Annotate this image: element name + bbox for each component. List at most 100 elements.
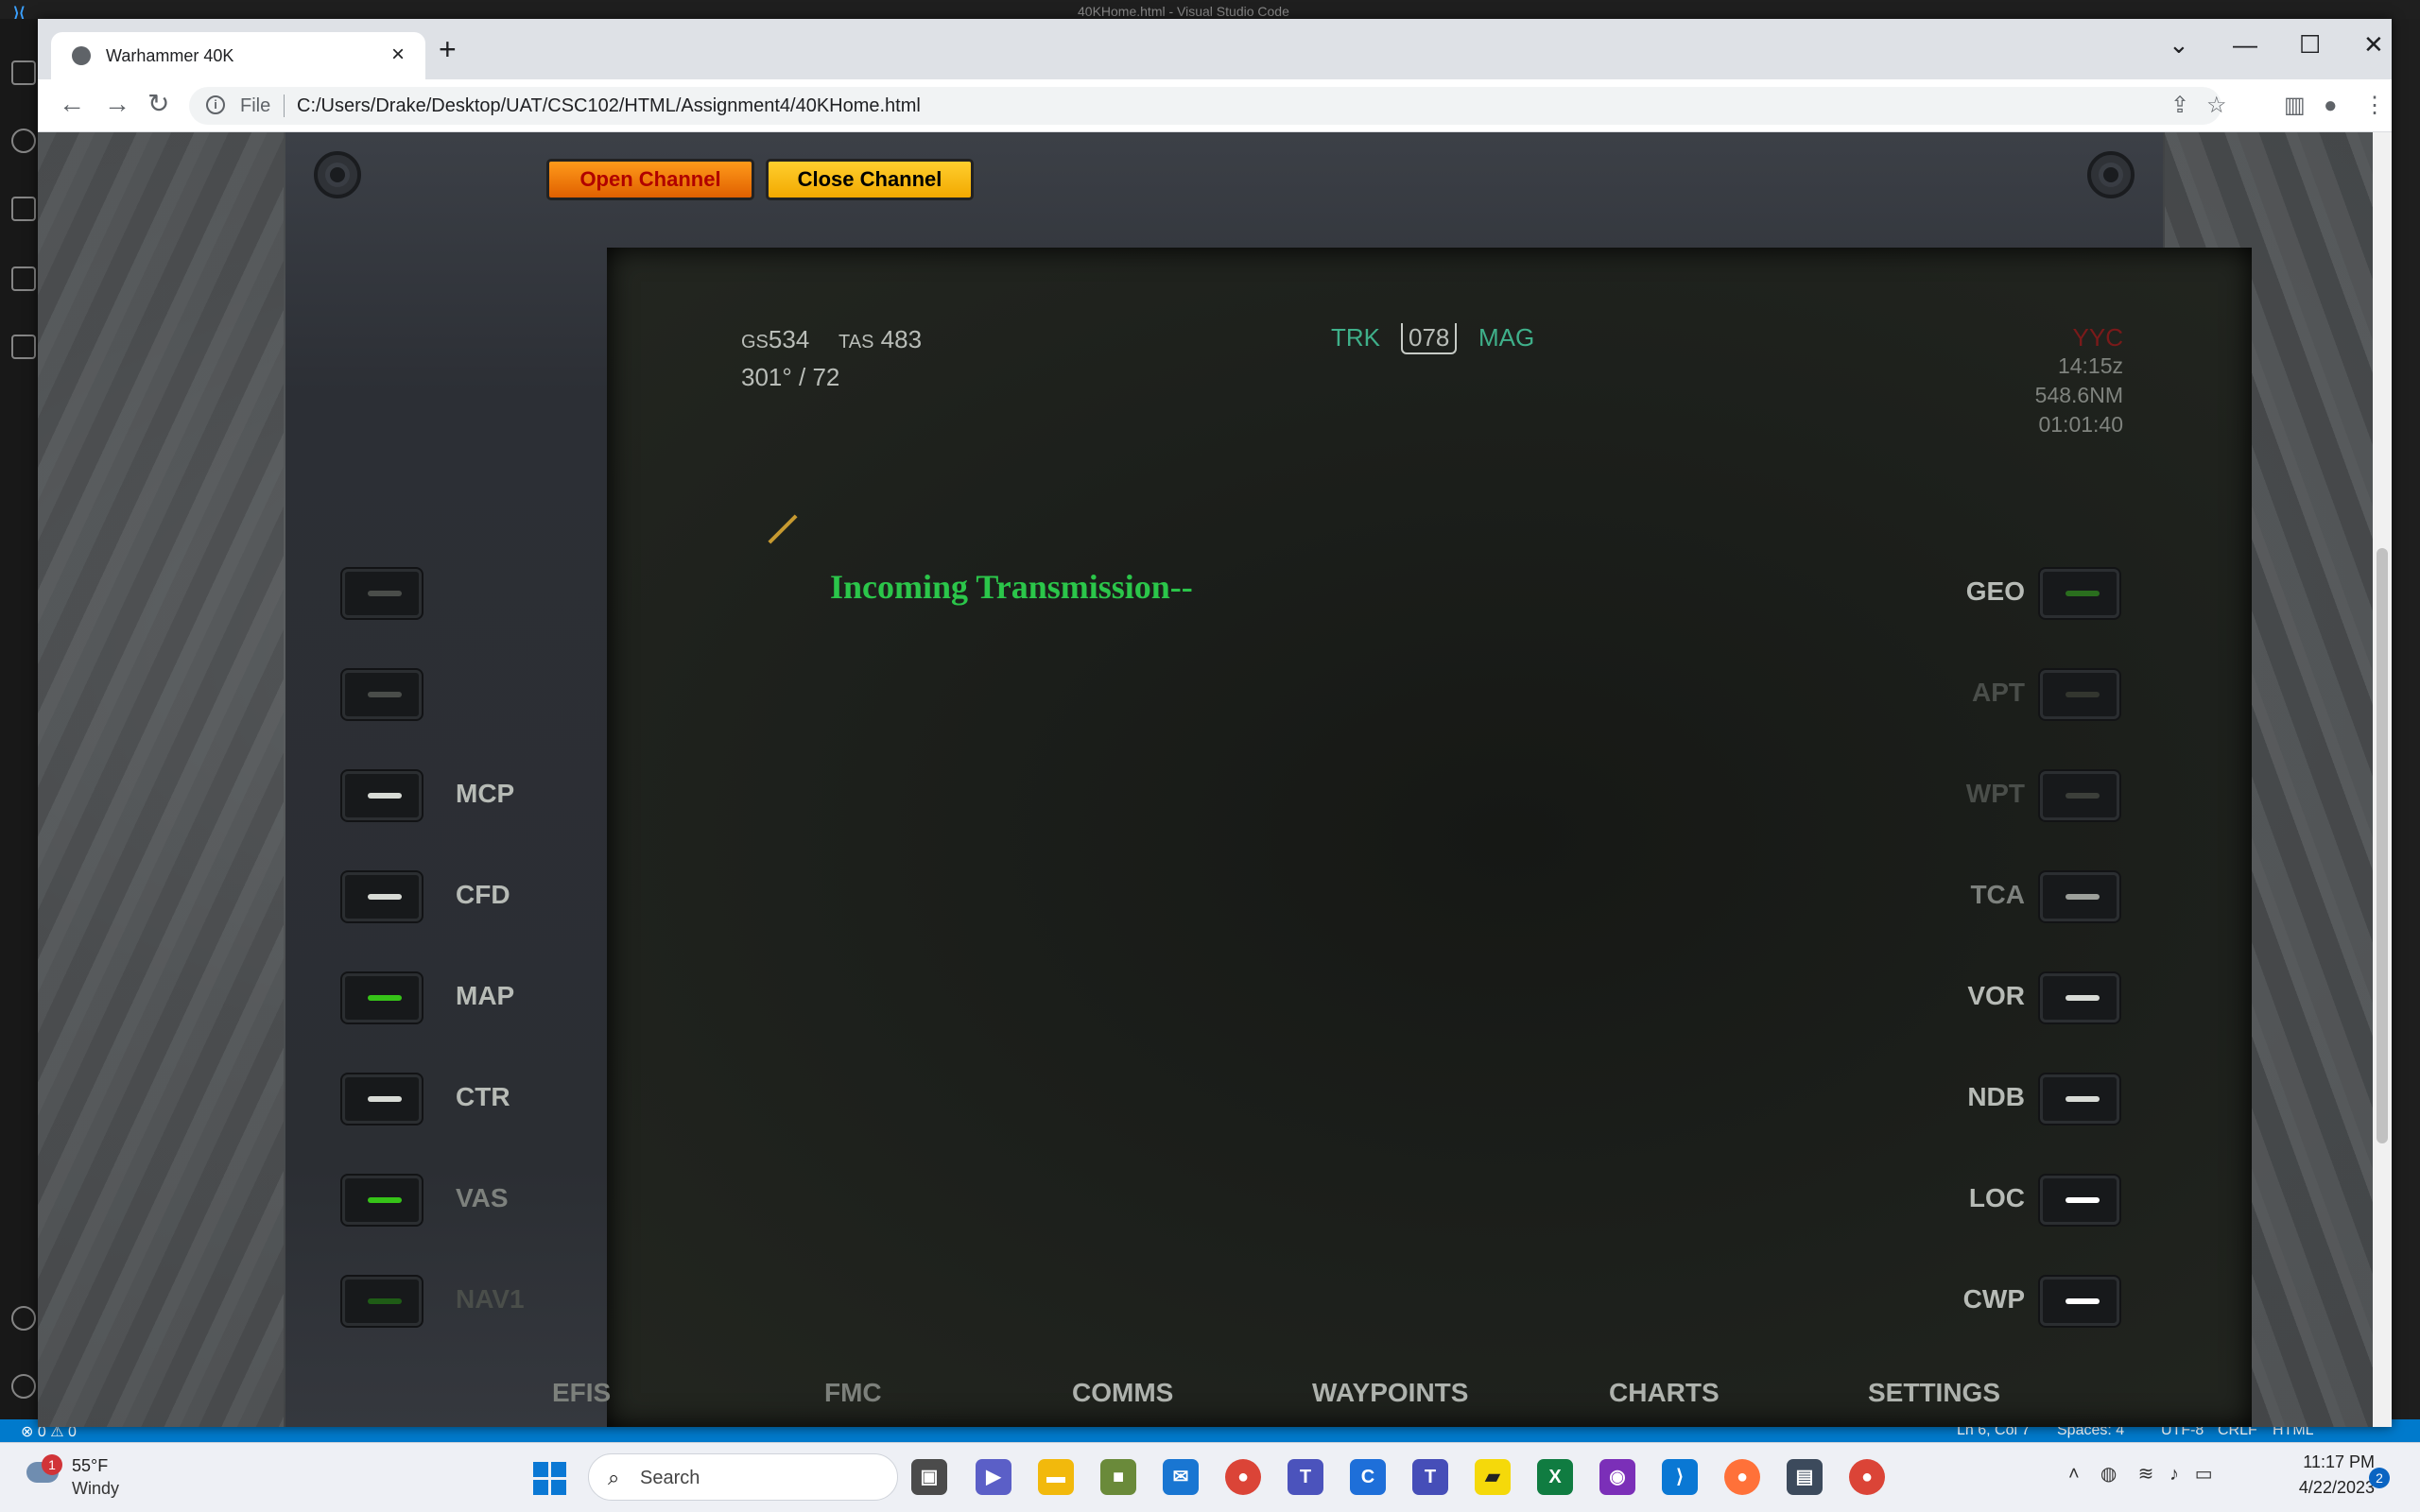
minimize-button[interactable]: —: [2233, 30, 2257, 60]
temperature: 55°F: [72, 1456, 109, 1475]
mail-icon[interactable]: ✉: [1163, 1459, 1199, 1495]
left-softkey[interactable]: [342, 1176, 422, 1225]
right-softkey-label: NDB: [1967, 1082, 2025, 1111]
right-softkey[interactable]: [2040, 569, 2119, 618]
minecraft-icon[interactable]: ■: [1100, 1459, 1136, 1495]
right-softkey[interactable]: [2040, 670, 2119, 719]
share-icon[interactable]: ⇪: [2170, 94, 2189, 117]
source-control-icon[interactable]: [11, 197, 36, 221]
bottom-tab-fmc[interactable]: FMC: [824, 1378, 882, 1408]
wind-arrow-icon: [768, 514, 798, 544]
teams-work-icon[interactable]: T: [1412, 1459, 1448, 1495]
start-windows-icon[interactable]: [533, 1462, 567, 1496]
tab-close-icon[interactable]: ×: [391, 42, 405, 68]
right-softkey[interactable]: [2040, 1277, 2119, 1326]
browser-window: Warhammer 40K × + ⌄ — ☐ ✕ ← → ↻ i File C…: [38, 19, 2392, 1427]
windows-taskbar: 1 55°F Windy ⌕ Search ▣ ▶ ▬ ■ ✉ ● T C T …: [0, 1442, 2420, 1512]
right-softkey-label: WPT: [1965, 779, 2025, 808]
taskbar-search[interactable]: ⌕ Search: [588, 1453, 898, 1501]
bottom-tab-settings[interactable]: SETTINGS: [1868, 1378, 2000, 1408]
close-window-button[interactable]: ✕: [2363, 30, 2384, 60]
browser-tab[interactable]: Warhammer 40K ×: [51, 32, 425, 79]
system-tray[interactable]: ˄ ◍ ≋ ♪ ▭: [2068, 1462, 2213, 1486]
close-channel-button[interactable]: Close Channel: [766, 159, 974, 200]
notification-count-badge[interactable]: 2: [2369, 1468, 2390, 1488]
reload-icon[interactable]: ↻: [147, 91, 169, 117]
side-panel-icon[interactable]: ▥: [2284, 94, 2306, 117]
mfd-screen: GS534 TAS 483 301° / 72 TRK 078 MAG YYC …: [607, 248, 2252, 1427]
time-enroute: 01:01:40: [2038, 412, 2123, 437]
accounts-icon[interactable]: [11, 1306, 36, 1331]
vscode-logo-icon: ⟩⟨: [13, 6, 26, 22]
tray-app-icon[interactable]: ◍: [2100, 1464, 2117, 1485]
teams-chat-icon[interactable]: ▶: [976, 1459, 1011, 1495]
maximize-button[interactable]: ☐: [2299, 30, 2321, 60]
tray-chevron-icon[interactable]: ˄: [2068, 1464, 2080, 1485]
open-channel-button[interactable]: Open Channel: [546, 159, 754, 200]
ground-speed: GS534: [741, 325, 810, 353]
browser-toolbar: ← → ↻ i File C:/Users/Drake/Desktop/UAT/…: [38, 79, 2392, 132]
extensions-icon[interactable]: [11, 335, 36, 359]
destination-airport: YYC: [2072, 323, 2123, 352]
right-softkey[interactable]: [2040, 1176, 2119, 1225]
right-softkey[interactable]: [2040, 771, 2119, 820]
bezel-screw-icon: [314, 151, 361, 198]
left-softkey[interactable]: [342, 872, 422, 921]
task-view-icon[interactable]: ▣: [911, 1459, 947, 1495]
menu-kebab-icon[interactable]: ⋮: [2363, 94, 2386, 117]
page-scrollbar[interactable]: [2373, 132, 2392, 1427]
vscode-taskbar-icon[interactable]: ⟩: [1662, 1459, 1698, 1495]
manage-gear-icon[interactable]: [11, 1374, 36, 1399]
new-tab-button[interactable]: +: [439, 34, 457, 64]
bottom-tab-efis[interactable]: EFIS: [552, 1378, 611, 1408]
bottom-tab-charts[interactable]: CHARTS: [1609, 1378, 1720, 1408]
bottom-tab-comms[interactable]: COMMS: [1072, 1378, 1173, 1408]
battery-icon[interactable]: ▭: [2195, 1464, 2213, 1485]
left-softkey-label: VAS: [456, 1183, 509, 1212]
file-explorer-icon[interactable]: ▬: [1038, 1459, 1074, 1495]
volume-icon[interactable]: ♪: [2169, 1464, 2179, 1485]
chrome-active-icon[interactable]: ●: [1849, 1459, 1885, 1495]
archive-app-icon[interactable]: ▤: [1787, 1459, 1823, 1495]
right-softkey-label: APT: [1972, 678, 2025, 707]
right-softkey[interactable]: [2040, 1074, 2119, 1124]
site-info-icon[interactable]: i: [206, 95, 225, 114]
c-app-icon[interactable]: C: [1350, 1459, 1386, 1495]
url-text[interactable]: C:/Users/Drake/Desktop/UAT/CSC102/HTML/A…: [297, 95, 921, 117]
right-softkey[interactable]: [2040, 872, 2119, 921]
chrome-icon[interactable]: ●: [1225, 1459, 1261, 1495]
forward-arrow-icon[interactable]: →: [104, 91, 130, 117]
sticky-notes-icon[interactable]: ▰: [1475, 1459, 1511, 1495]
explorer-icon[interactable]: [11, 60, 36, 85]
left-softkey[interactable]: [342, 1074, 422, 1124]
teams-icon[interactable]: T: [1288, 1459, 1323, 1495]
left-softkey[interactable]: [342, 973, 422, 1022]
search-icon[interactable]: [11, 129, 36, 153]
taskbar-clock[interactable]: 11:17 PM 4/22/2023: [2271, 1452, 2375, 1498]
right-softkey-label: CWP: [1962, 1284, 2025, 1314]
left-softkey[interactable]: [342, 771, 422, 820]
game-app-icon[interactable]: ◉: [1599, 1459, 1635, 1495]
true-airspeed: TAS 483: [838, 325, 923, 353]
bottom-tab-waypoints[interactable]: WAYPOINTS: [1312, 1378, 1468, 1408]
excel-icon[interactable]: X: [1537, 1459, 1573, 1495]
incoming-transmission-text: Incoming Transmission--: [830, 568, 1193, 606]
wifi-icon[interactable]: ≋: [2138, 1464, 2154, 1485]
back-arrow-icon[interactable]: ←: [59, 91, 85, 117]
firefox-icon[interactable]: ●: [1724, 1459, 1760, 1495]
left-softkey[interactable]: [342, 670, 422, 719]
address-bar[interactable]: i File C:/Users/Drake/Desktop/UAT/CSC102…: [189, 87, 2221, 125]
left-softkey-label: NAV1: [456, 1284, 525, 1314]
eta-time: 14:15z: [2057, 353, 2123, 378]
right-softkey[interactable]: [2040, 973, 2119, 1022]
bookmark-star-icon[interactable]: ☆: [2206, 94, 2227, 117]
left-softkey[interactable]: [342, 569, 422, 618]
right-softkey-label: GEO: [1965, 576, 2025, 606]
run-debug-icon[interactable]: [11, 266, 36, 291]
track-value: 078: [1401, 323, 1458, 354]
profile-avatar-icon[interactable]: ●: [2324, 94, 2338, 117]
clock-date: 4/22/2023: [2298, 1478, 2375, 1497]
left-softkey[interactable]: [342, 1277, 422, 1326]
tab-search-chevron-icon[interactable]: ⌄: [2169, 30, 2189, 60]
scrollbar-thumb[interactable]: [2377, 548, 2388, 1143]
